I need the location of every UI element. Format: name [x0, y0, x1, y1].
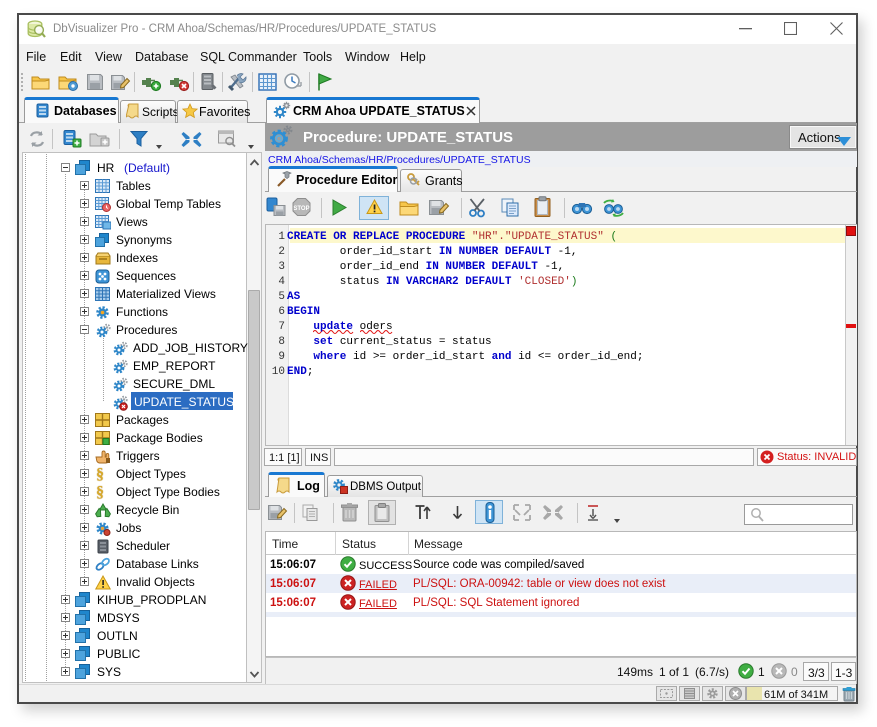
svg-text:STOP: STOP	[293, 206, 309, 212]
